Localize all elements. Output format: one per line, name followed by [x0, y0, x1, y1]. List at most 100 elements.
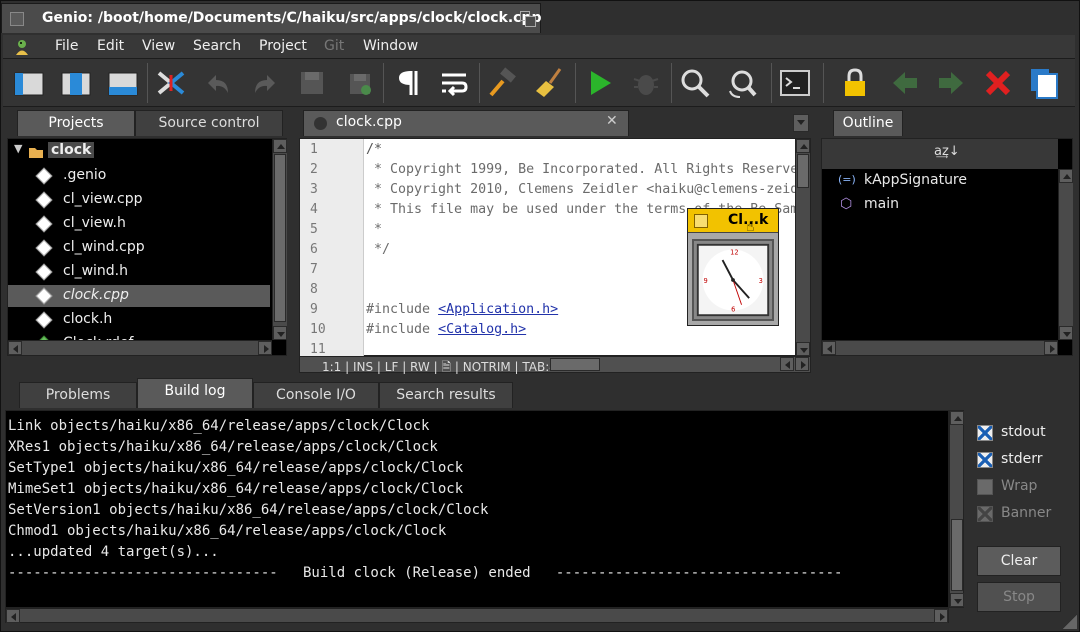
focus-editor-icon[interactable]: [153, 65, 189, 101]
forward-icon[interactable]: [933, 65, 969, 101]
menu-edit[interactable]: Edit: [97, 38, 124, 54]
include-link[interactable]: <Catalog.h>: [438, 322, 526, 337]
window-title-tab[interactable]: Genio: /boot/home/Documents/C/haiku/src/…: [1, 3, 542, 33]
save-icon[interactable]: [294, 65, 330, 101]
menu-window[interactable]: Window: [363, 38, 418, 54]
scroll-thumb[interactable]: [797, 154, 809, 188]
tab-problems[interactable]: Problems: [19, 382, 137, 408]
hscroll-thumb[interactable]: [550, 358, 600, 371]
banner-checkbox[interactable]: [977, 506, 993, 522]
menu-view[interactable]: View: [142, 38, 175, 54]
scroll-down-arrow[interactable]: [1059, 326, 1073, 340]
scroll-up-arrow[interactable]: [796, 139, 810, 153]
scroll-down-arrow[interactable]: [273, 326, 287, 340]
scroll-left-arrow[interactable]: [822, 341, 836, 355]
clock-window-tab[interactable]: Cl...k ☝: [688, 209, 778, 235]
find-icon[interactable]: [677, 65, 713, 101]
build-log-output[interactable]: - - - Link objects/haiku/x86_64/release/…: [5, 410, 949, 608]
collapse-arrow-icon[interactable]: ▼: [14, 142, 22, 155]
window-close-box[interactable]: [10, 12, 24, 26]
close-tab-icon[interactable]: ✕: [606, 113, 618, 129]
tree-file[interactable]: cl_wind.h: [8, 261, 270, 283]
log-vscroll[interactable]: [949, 410, 964, 608]
tab-source-control[interactable]: Source control: [135, 110, 283, 136]
zoom-icon[interactable]: [520, 11, 536, 27]
scroll-left-arrow[interactable]: [6, 609, 20, 623]
clock-close-box[interactable]: [694, 214, 708, 228]
project-vscroll[interactable]: [272, 139, 287, 340]
stderr-checkbox[interactable]: [977, 452, 993, 468]
tab-outline[interactable]: Outline: [833, 110, 903, 136]
tree-file[interactable]: clock.h: [8, 309, 270, 331]
modified-indicator-icon: [314, 117, 327, 130]
project-panes-icon[interactable]: [11, 65, 47, 101]
tab-projects[interactable]: Projects: [17, 110, 135, 136]
resize-grip-icon[interactable]: [1063, 615, 1077, 629]
svg-text:3: 3: [759, 277, 763, 285]
left-tab-row: Projects Source control: [9, 110, 289, 136]
menu-git[interactable]: Git: [324, 38, 344, 54]
log-hscroll[interactable]: [5, 608, 949, 623]
tree-file[interactable]: cl_wind.cpp: [8, 237, 270, 259]
stop-button[interactable]: Stop: [977, 582, 1061, 612]
outline-item-label: main: [864, 196, 899, 212]
close-all-icon[interactable]: [1027, 65, 1063, 101]
scroll-right-arrow[interactable]: [795, 357, 809, 371]
show-whitespace-icon[interactable]: [389, 65, 425, 101]
scroll-up-arrow[interactable]: [273, 139, 287, 153]
wrap-checkbox[interactable]: [977, 479, 993, 495]
readonly-lock-icon[interactable]: [837, 65, 873, 101]
scroll-up-arrow[interactable]: [950, 411, 964, 425]
scroll-up-arrow[interactable]: [1059, 169, 1073, 183]
save-all-icon[interactable]: [341, 65, 377, 101]
clean-icon[interactable]: [532, 65, 568, 101]
project-hscroll[interactable]: [8, 340, 272, 355]
tree-file-selected[interactable]: clock.cpp: [8, 285, 270, 307]
close-icon[interactable]: [980, 65, 1016, 101]
build-icon[interactable]: [485, 65, 521, 101]
redo-icon[interactable]: [247, 65, 283, 101]
tree-file[interactable]: cl_view.h: [8, 213, 270, 235]
output-pane-icon[interactable]: [105, 65, 141, 101]
scroll-down-arrow[interactable]: [796, 342, 810, 356]
stdout-checkbox[interactable]: [977, 425, 993, 441]
include-link[interactable]: <Application.h>: [438, 302, 558, 317]
tree-file[interactable]: .genio: [8, 165, 270, 187]
scroll-down-arrow[interactable]: [950, 593, 964, 607]
debug-icon[interactable]: [628, 65, 664, 101]
editor-vscroll[interactable]: [795, 139, 810, 356]
outline-item[interactable]: (=) kAppSignature: [822, 170, 1058, 192]
scroll-right-arrow[interactable]: [258, 341, 272, 355]
code-line: */: [366, 242, 391, 257]
tab-clock-cpp[interactable]: clock.cpp ✕: [303, 110, 629, 136]
menu-project[interactable]: Project: [259, 38, 307, 54]
editor-pane-icon[interactable]: [58, 65, 94, 101]
outline-vscroll[interactable]: [1058, 169, 1073, 340]
menu-file[interactable]: File: [55, 38, 78, 54]
back-icon[interactable]: [887, 65, 923, 101]
genio-logo-icon[interactable]: [13, 38, 31, 56]
scroll-right-arrow[interactable]: [934, 609, 948, 623]
clock-app-window[interactable]: Cl...k ☝ 12 3 6 9: [687, 208, 779, 326]
tree-file[interactable]: cl_view.cpp: [8, 189, 270, 211]
run-icon[interactable]: [581, 65, 617, 101]
project-root[interactable]: ▼ clock: [8, 141, 270, 163]
tab-console-io[interactable]: Console I/O: [253, 382, 379, 408]
line-endings-icon[interactable]: [436, 65, 472, 101]
tab-search-results[interactable]: Search results: [379, 382, 513, 408]
tab-menu-arrow[interactable]: [793, 114, 809, 132]
scroll-right-arrow[interactable]: [1044, 341, 1058, 355]
outline-item[interactable]: ⬡ main: [822, 194, 1058, 216]
tab-build-log[interactable]: Build log: [137, 378, 253, 408]
sort-icon[interactable]: a͢z↓: [934, 144, 960, 159]
scroll-thumb[interactable]: [274, 154, 286, 322]
undo-icon[interactable]: [200, 65, 236, 101]
clear-button[interactable]: Clear: [977, 546, 1061, 576]
scroll-thumb[interactable]: [951, 519, 963, 591]
scroll-left-arrow[interactable]: [780, 357, 794, 371]
terminal-icon[interactable]: [777, 65, 813, 101]
scroll-left-arrow[interactable]: [8, 341, 22, 355]
outline-hscroll[interactable]: [822, 340, 1058, 355]
menu-search[interactable]: Search: [193, 38, 241, 54]
replace-icon[interactable]: [724, 65, 760, 101]
